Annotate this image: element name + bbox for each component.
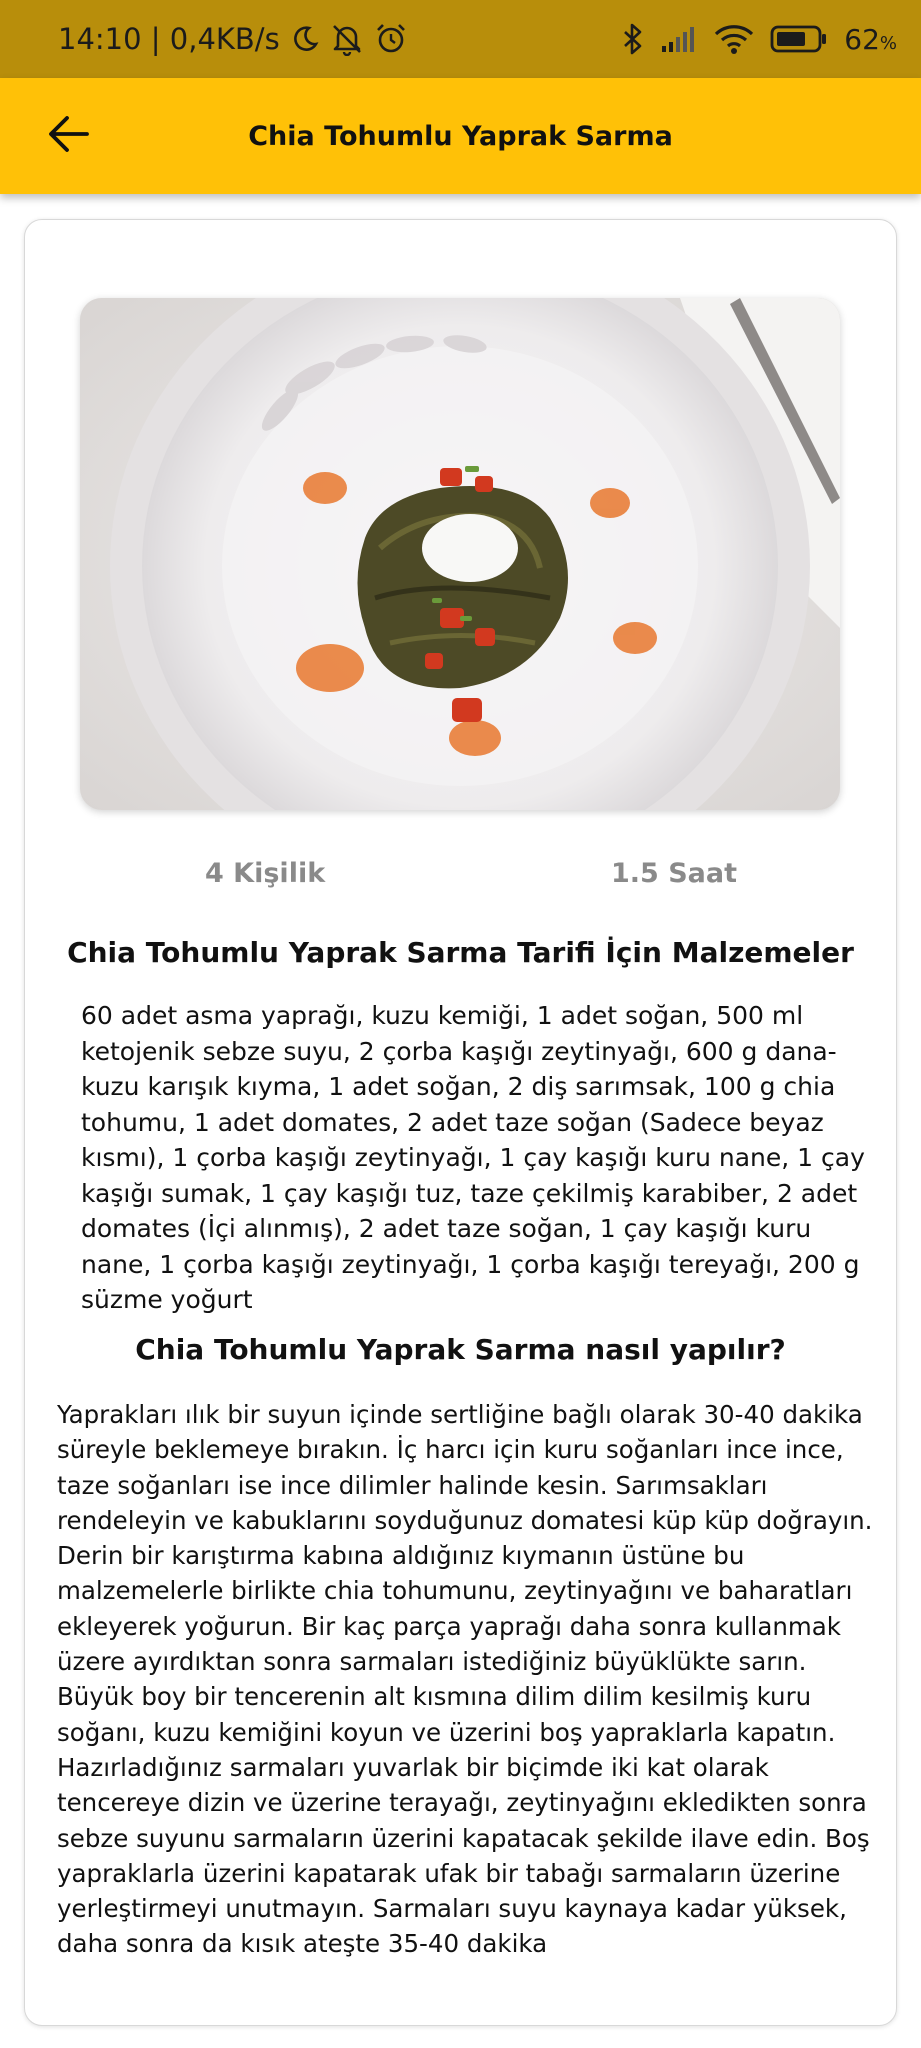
method-text: Yaprakları ılık bir suyun içinde sertliğ… <box>57 1400 873 1959</box>
ingredients-heading: Chia Tohumlu Yaprak Sarma Tarifi İçin Ma… <box>67 936 854 969</box>
duration-label: 1.5 Saat <box>611 858 738 889</box>
alarm-icon <box>374 22 408 56</box>
status-left: 14:10 | 0,4KB/s <box>58 0 408 78</box>
wifi-icon <box>714 23 754 55</box>
status-time-speed: 14:10 | 0,4KB/s <box>58 22 280 56</box>
app-bar: Chia Tohumlu Yaprak Sarma <box>0 78 921 194</box>
battery-percent-value: 62 <box>844 22 880 56</box>
ingredients-text: 60 adet asma yaprağı, kuzu kemiği, 1 ade… <box>81 1001 865 1314</box>
page-title: Chia Tohumlu Yaprak Sarma <box>248 120 673 152</box>
status-right: 62% <box>622 0 897 78</box>
moon-icon <box>290 24 320 54</box>
battery-percentage: 62% <box>844 23 897 56</box>
battery-icon <box>770 24 828 54</box>
method-heading: Chia Tohumlu Yaprak Sarma nasıl yapılır? <box>135 1333 786 1366</box>
muted-bell-icon <box>330 22 364 56</box>
signal-icon <box>660 24 698 54</box>
bluetooth-icon <box>622 22 644 56</box>
recipe-card: 4 Kişilik 1.5 Saat Chia Tohumlu Yaprak S… <box>24 219 897 2026</box>
recipe-photo <box>80 298 840 810</box>
battery-percent-unit: % <box>879 32 897 54</box>
servings-label: 4 Kişilik <box>205 858 326 889</box>
status-bar: 14:10 | 0,4KB/s 62% <box>0 0 921 78</box>
